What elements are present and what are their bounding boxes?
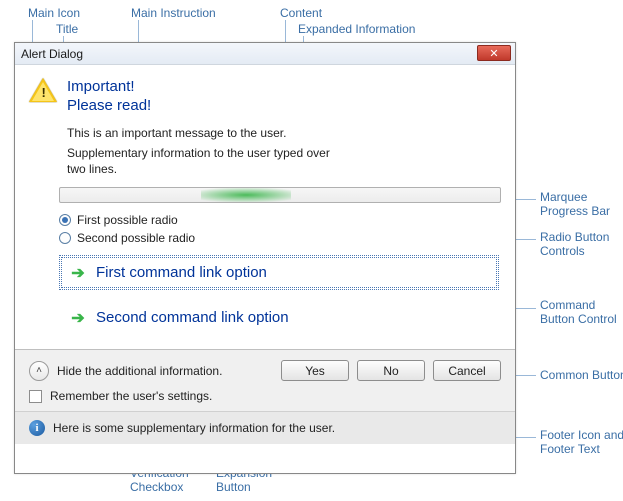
- radio-label: Second possible radio: [77, 231, 195, 245]
- radio-option-1[interactable]: First possible radio: [59, 213, 501, 227]
- content-text: This is an important message to the user…: [67, 125, 501, 141]
- close-button[interactable]: ✕: [477, 45, 511, 61]
- button-label: Cancel: [448, 364, 485, 378]
- callout-expanded-info: Expanded Information: [298, 22, 415, 36]
- task-dialog: Alert Dialog ✕ ! Important! Please read!…: [14, 42, 516, 474]
- expansion-label: Hide the additional information.: [57, 364, 222, 378]
- callout-title: Title: [56, 22, 78, 36]
- arrow-right-icon: ➔: [70, 265, 86, 281]
- close-icon: ✕: [489, 47, 498, 60]
- callout-marquee: Marquee Progress Bar: [540, 190, 610, 218]
- command-link-2[interactable]: ➔ Second command link option: [59, 300, 499, 335]
- expansion-button[interactable]: ˄ Hide the additional information.: [29, 361, 222, 381]
- progress-bar: [59, 187, 501, 203]
- callout-main-icon: Main Icon: [28, 6, 80, 20]
- command-link-label: Second command link option: [96, 309, 289, 326]
- footer-info: i Here is some supplementary information…: [15, 411, 515, 444]
- annotated-figure: Main Icon Title Main Instruction Content…: [0, 0, 623, 501]
- expanded-text: Supplementary information to the user ty…: [67, 145, 347, 177]
- radio-icon: [59, 232, 71, 244]
- dialog-body: ! Important! Please read! This is an imp…: [15, 65, 515, 335]
- warning-icon: !: [29, 77, 57, 105]
- dialog-footer: ˄ Hide the additional information. Yes N…: [15, 349, 515, 411]
- main-instruction-line1: Important!: [67, 78, 135, 95]
- radio-option-2[interactable]: Second possible radio: [59, 231, 501, 245]
- command-link-label: First command link option: [96, 264, 267, 281]
- radio-icon: [59, 214, 71, 226]
- chevron-up-icon: ˄: [29, 361, 49, 381]
- titlebar[interactable]: Alert Dialog ✕: [15, 43, 515, 65]
- callout-radios: Radio Button Controls: [540, 230, 609, 258]
- callout-command: Command Button Control: [540, 298, 617, 326]
- main-instruction-line2: Please read!: [67, 97, 151, 114]
- button-label: No: [383, 364, 398, 378]
- arrow-right-icon: ➔: [70, 310, 86, 326]
- callout-content: Content: [280, 6, 322, 20]
- verification-label: Remember the user's settings.: [50, 389, 212, 403]
- callout-main-instruction: Main Instruction: [131, 6, 216, 20]
- radio-label: First possible radio: [77, 213, 178, 227]
- verification-checkbox[interactable]: Remember the user's settings.: [29, 389, 501, 403]
- footer-text: Here is some supplementary information f…: [53, 421, 335, 435]
- command-link-1[interactable]: ➔ First command link option: [59, 255, 499, 290]
- common-buttons: Yes No Cancel: [281, 360, 501, 381]
- button-label: Yes: [305, 364, 325, 378]
- yes-button[interactable]: Yes: [281, 360, 349, 381]
- dialog-title: Alert Dialog: [21, 47, 83, 61]
- callout-footer: Footer Icon and Footer Text: [540, 428, 623, 456]
- checkbox-icon: [29, 390, 42, 403]
- info-icon: i: [29, 420, 45, 436]
- cancel-button[interactable]: Cancel: [433, 360, 501, 381]
- main-instruction: Important! Please read!: [67, 77, 501, 115]
- no-button[interactable]: No: [357, 360, 425, 381]
- callout-common-buttons: Common Buttons: [540, 368, 623, 382]
